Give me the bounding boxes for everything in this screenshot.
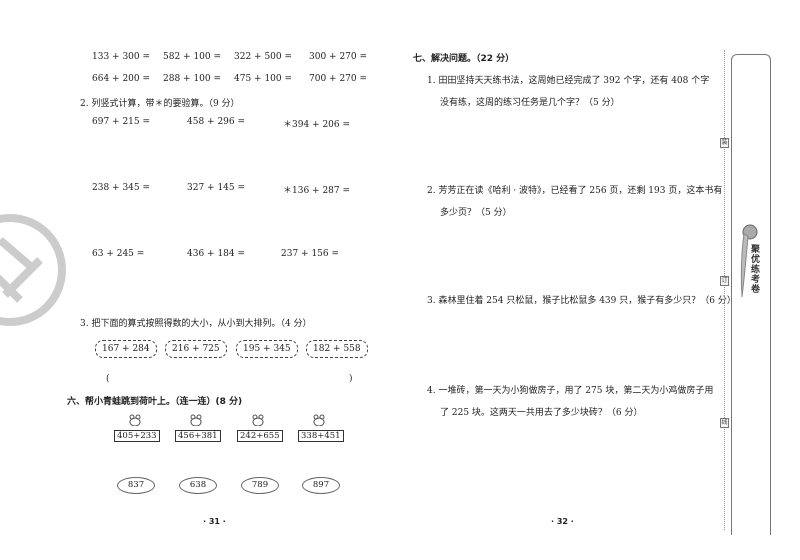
mental-math-7: 475 + 100 = bbox=[234, 74, 293, 84]
binding-mark: 装 bbox=[720, 138, 729, 148]
vertical-calc: 63 + 245 = bbox=[92, 249, 145, 259]
vertical-calc: 436 + 184 = bbox=[187, 249, 246, 259]
mental-math-5: 664 + 200 = bbox=[92, 74, 151, 84]
lily-pad[interactable]: 638 bbox=[179, 477, 217, 494]
q3-title: 3. 把下面的算式按照得数的大小，从小到大排列。（4 分） bbox=[80, 319, 312, 329]
mental-math-1: 133 + 300 = bbox=[92, 52, 151, 62]
problem-1-line2: 没有练，这周的练习任务是几个字？（5 分） bbox=[440, 98, 620, 108]
mental-math-6: 288 + 100 = bbox=[163, 74, 222, 84]
lily-pad[interactable]: 897 bbox=[302, 477, 340, 494]
section7-title: 七、解决问题。（22 分） bbox=[413, 54, 515, 64]
vertical-calc: 458 + 296 = bbox=[187, 117, 246, 127]
vertical-calc: 238 + 345 = bbox=[92, 183, 151, 193]
problem-3-line1: 3. 森林里住着 254 只松鼠，猴子比松鼠多 439 只，猴子有多少只？（6 … bbox=[427, 296, 736, 306]
worksheet-spread: 133 + 300 = 582 + 100 = 322 + 500 = 300 … bbox=[0, 0, 800, 560]
vertical-calc: 327 + 145 = bbox=[187, 183, 246, 193]
frog-equation[interactable]: 242+655 bbox=[237, 430, 283, 442]
binding-mark: 线 bbox=[720, 418, 729, 428]
sort-item: 182 + 558 bbox=[306, 340, 368, 358]
page-number-left: · 31 · bbox=[203, 517, 226, 526]
mental-math-3: 322 + 500 = bbox=[234, 52, 293, 62]
lily-pad[interactable]: 837 bbox=[117, 477, 155, 494]
frog-icon bbox=[252, 414, 264, 426]
vertical-calc: 237 + 156 = bbox=[281, 249, 340, 259]
frog-equation[interactable]: 456+381 bbox=[175, 430, 221, 442]
vertical-calc: ＊394 + 206 = bbox=[283, 120, 351, 130]
problem-2-line2: 多少页？（5 分） bbox=[440, 208, 512, 218]
vertical-calc: ＊136 + 287 = bbox=[283, 186, 351, 196]
sort-item: 216 + 725 bbox=[165, 340, 227, 358]
section6-title: 六、帮小青蛙跳到荷叶上。（连一连）(8 分) bbox=[67, 397, 243, 407]
lily-pad[interactable]: 789 bbox=[241, 477, 279, 494]
q2-title: 2. 列竖式计算，带＊的要验算。（9 分） bbox=[80, 99, 240, 109]
frog-icon bbox=[190, 414, 202, 426]
answer-paren-close: ) bbox=[349, 374, 353, 384]
frog-equation[interactable]: 338+451 bbox=[298, 430, 344, 442]
binding-mark: 订 bbox=[720, 276, 729, 286]
problem-2-line1: 2. 芳芳正在读《哈利 · 波特》，已经看了 256 页，还剩 193 页，这本… bbox=[427, 186, 723, 196]
problem-4-line2: 了 225 块。这两天一共用去了多少块砖？（6 分） bbox=[440, 408, 643, 418]
watermark-seal-icon bbox=[0, 214, 66, 326]
sort-item: 167 + 284 bbox=[95, 340, 157, 358]
mental-math-4: 300 + 270 = bbox=[309, 52, 368, 62]
mental-math-8: 700 + 270 = bbox=[309, 74, 368, 84]
answer-paren-open: ( bbox=[106, 374, 110, 384]
frog-equation[interactable]: 405+233 bbox=[114, 430, 160, 442]
vertical-calc: 697 + 215 = bbox=[92, 117, 151, 127]
binding-line bbox=[724, 50, 725, 530]
sort-item: 195 + 345 bbox=[236, 340, 298, 358]
frog-icon bbox=[129, 414, 141, 426]
banner-title: 聚优练考卷 bbox=[749, 244, 759, 294]
problem-4-line1: 4. 一堆砖，第一天为小狗做房子，用了 275 块，第二天为小鸡做房子用 bbox=[427, 386, 714, 396]
page-number-right: · 32 · bbox=[551, 517, 574, 526]
frog-icon bbox=[313, 414, 325, 426]
mental-math-2: 582 + 100 = bbox=[163, 52, 222, 62]
problem-1-line1: 1. 田田坚持天天练书法，这周她已经完成了 392 个字，还有 408 个字 bbox=[427, 76, 710, 86]
